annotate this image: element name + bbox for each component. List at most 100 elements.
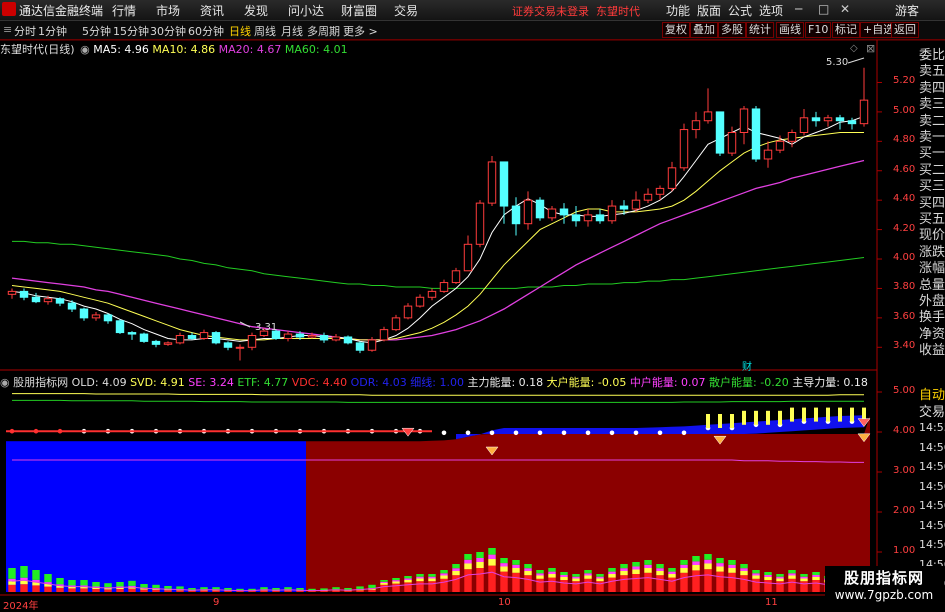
watermark-line1: 股朋指标网 bbox=[825, 567, 943, 588]
volume-bar-red bbox=[476, 568, 483, 592]
volume-bar-green bbox=[440, 570, 447, 573]
volume-bar-yellow bbox=[632, 570, 639, 575]
volume-bar-magenta bbox=[476, 558, 483, 562]
quote-row-label: 收益 bbox=[919, 339, 945, 358]
volume-bar-magenta bbox=[644, 565, 651, 568]
volume-bar-green bbox=[428, 574, 435, 577]
volume-bar-magenta bbox=[596, 577, 603, 579]
signal-dot bbox=[610, 431, 615, 436]
volume-bar-magenta bbox=[656, 568, 663, 571]
volume-bar-red bbox=[584, 579, 591, 592]
chart-area[interactable] bbox=[0, 0, 945, 609]
volume-bar-magenta bbox=[584, 573, 591, 575]
candle-body bbox=[152, 341, 159, 344]
volume-bar-magenta bbox=[392, 580, 399, 581]
volume-bar-green bbox=[656, 564, 663, 568]
candle-body bbox=[248, 336, 255, 348]
candle-body bbox=[236, 347, 243, 348]
volume-bar-red bbox=[152, 590, 159, 592]
energy-bar bbox=[826, 408, 830, 422]
candle-body bbox=[800, 118, 807, 133]
volume-bar-yellow bbox=[788, 576, 795, 579]
energy-bar bbox=[778, 411, 782, 425]
candle-body bbox=[80, 309, 87, 318]
volume-bar-green bbox=[608, 568, 615, 572]
volume-bar-red bbox=[272, 591, 279, 592]
volume-bar-magenta bbox=[512, 565, 519, 568]
event-marker[interactable]: 财 bbox=[742, 358, 752, 373]
volume-bar-red bbox=[632, 574, 639, 592]
energy-bar bbox=[802, 408, 806, 422]
volume-bar-magenta bbox=[488, 555, 495, 559]
candle-body bbox=[524, 200, 531, 224]
volume-bar-green bbox=[188, 588, 195, 590]
volume-bar-green bbox=[476, 552, 483, 558]
volume-bar-green bbox=[356, 586, 363, 589]
volume-bar-yellow bbox=[440, 576, 447, 579]
volume-bar-red bbox=[620, 575, 627, 592]
candle-body bbox=[164, 343, 171, 344]
volume-bar-green bbox=[44, 574, 51, 582]
volume-bar-red bbox=[308, 591, 315, 592]
candle-body bbox=[356, 343, 363, 350]
volume-bar-magenta bbox=[692, 561, 699, 565]
volume-bar-yellow bbox=[464, 564, 471, 570]
candle-body bbox=[68, 303, 75, 309]
volume-bar-magenta bbox=[620, 568, 627, 571]
volume-bar-red bbox=[428, 581, 435, 592]
volume-bar-green bbox=[380, 580, 387, 582]
volume-bar-yellow bbox=[548, 574, 555, 578]
volume-bar-green bbox=[644, 560, 651, 565]
volume-bar-magenta bbox=[536, 573, 543, 575]
signal-dot bbox=[634, 431, 639, 436]
energy-bar bbox=[766, 411, 770, 425]
candle-body bbox=[380, 330, 387, 340]
volume-bar-magenta bbox=[728, 565, 735, 568]
volume-bar-red bbox=[440, 579, 447, 592]
energy-bar bbox=[730, 414, 734, 428]
signal-dot bbox=[658, 431, 663, 436]
ma60-line bbox=[12, 241, 864, 288]
volume-bar-red bbox=[332, 591, 339, 592]
volume-bar-red bbox=[716, 572, 723, 592]
volume-bar-red bbox=[812, 580, 819, 592]
candle-body bbox=[620, 206, 627, 209]
volume-bar-red bbox=[704, 569, 711, 592]
candle-body bbox=[20, 291, 27, 297]
candle-body bbox=[632, 200, 639, 209]
volume-bar-green bbox=[224, 588, 231, 590]
volume-bar-green bbox=[536, 570, 543, 573]
candle-body bbox=[572, 215, 579, 221]
volume-bar-red bbox=[416, 581, 423, 592]
volume-bar-green bbox=[596, 574, 603, 577]
volume-bar-red bbox=[128, 589, 135, 592]
volume-bar-green bbox=[452, 564, 459, 568]
volume-bar-green bbox=[812, 572, 819, 575]
volume-bar-green bbox=[368, 585, 375, 588]
candle-body bbox=[788, 133, 795, 142]
tick-time: 14:56 bbox=[919, 538, 945, 551]
volume-bar-red bbox=[176, 590, 183, 592]
red-zone bbox=[306, 416, 870, 592]
volume-bar-red bbox=[656, 575, 663, 592]
volume-bar-green bbox=[728, 560, 735, 565]
volume-bar-magenta bbox=[776, 577, 783, 579]
volume-bar-magenta bbox=[440, 573, 447, 575]
candle-body bbox=[548, 209, 555, 218]
volume-bar-yellow bbox=[764, 577, 771, 580]
tick-time: 14:56 bbox=[919, 499, 945, 512]
volume-bar-red bbox=[212, 591, 219, 592]
volume-bar-green bbox=[164, 586, 171, 589]
volume-bar-yellow bbox=[512, 568, 519, 573]
volume-bar-yellow bbox=[656, 571, 663, 575]
volume-bar-red bbox=[464, 569, 471, 592]
volume-bar-red bbox=[740, 575, 747, 592]
price-axis-label: 4.80 bbox=[893, 134, 915, 145]
volume-bar-red bbox=[788, 579, 795, 592]
date-label-2024: 2024年 bbox=[3, 597, 38, 612]
volume-bar-magenta bbox=[788, 573, 795, 575]
candle-body bbox=[512, 206, 519, 224]
trade-row-label[interactable]: 交易 bbox=[919, 401, 945, 420]
volume-bar-red bbox=[392, 584, 399, 592]
volume-bar-yellow bbox=[776, 579, 783, 582]
